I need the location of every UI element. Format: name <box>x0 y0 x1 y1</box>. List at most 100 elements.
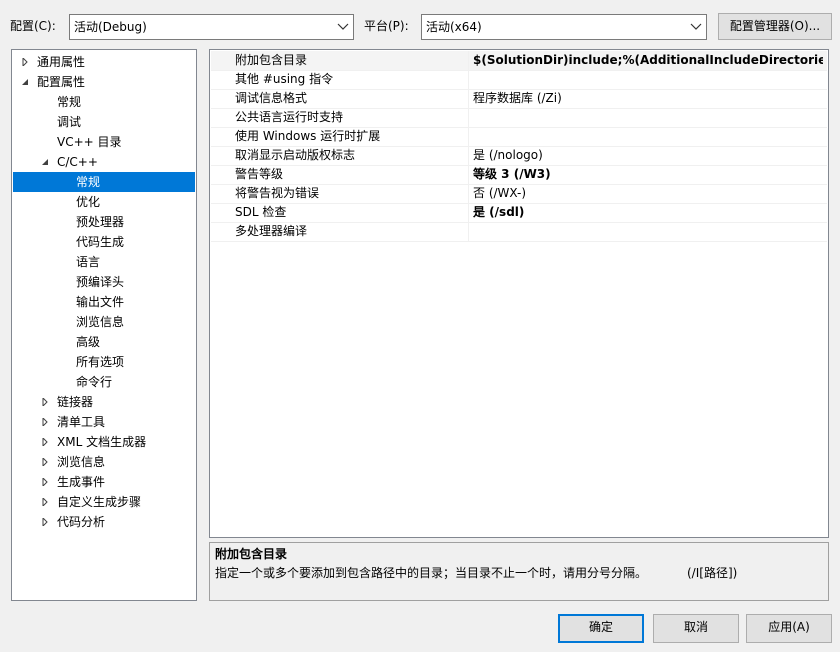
tree-item[interactable]: 清单工具 <box>13 412 195 432</box>
property-name: 警告等级 <box>235 167 284 181</box>
property-row[interactable]: 将警告视为错误 否 (/WX-) <box>211 184 827 204</box>
property-row[interactable]: 警告等级 等级 3 (/W3) <box>211 165 827 185</box>
tree-item-label: 高级 <box>76 335 101 349</box>
cancel-button[interactable]: 取消 <box>653 614 739 643</box>
tree-item-label: 代码生成 <box>76 235 125 249</box>
tree-item-label: 常规 <box>57 95 82 109</box>
tree-item[interactable]: 生成事件 <box>13 472 195 492</box>
column-divider <box>468 70 469 89</box>
config-combobox-value: 活动(Debug) <box>74 20 147 34</box>
property-row[interactable]: 公共语言运行时支持 <box>211 108 827 128</box>
property-tree[interactable]: 通用属性 配置属性 常规 调试 VC++ 目录 C/C++ 常规 优化 预处理器 代码生成 语言 预编… <box>11 49 197 601</box>
column-divider <box>468 222 469 241</box>
config-combobox[interactable]: 活动(Debug) <box>69 14 354 40</box>
tree-item[interactable]: 优化 <box>13 192 195 212</box>
property-row[interactable]: 取消显示启动版权标志 是 (/nologo) <box>211 146 827 166</box>
column-divider <box>468 165 469 184</box>
tree-item-label: 浏览信息 <box>57 455 106 469</box>
property-value[interactable]: 否 (/WX-) <box>473 184 823 202</box>
tree-item[interactable]: 预处理器 <box>13 212 195 232</box>
tree-item[interactable]: 浏览信息 <box>13 452 195 472</box>
tree-item-label: 代码分析 <box>57 515 106 529</box>
expand-arrow-icon[interactable] <box>21 58 29 66</box>
column-divider <box>468 184 469 203</box>
tree-item[interactable]: 配置属性 <box>13 72 195 92</box>
property-name: 取消显示启动版权标志 <box>235 148 356 162</box>
tree-item-label: 输出文件 <box>76 295 125 309</box>
property-name: 其他 #using 指令 <box>235 72 334 86</box>
property-grid[interactable]: 附加包含目录 $(SolutionDir)include;%(Additional… <box>209 49 829 538</box>
expand-arrow-icon[interactable] <box>41 458 49 466</box>
tree-item-label: 通用属性 <box>37 55 86 69</box>
expand-arrow-icon[interactable] <box>41 418 49 426</box>
tree-item-label: 浏览信息 <box>76 315 125 329</box>
tree-item[interactable]: 所有选项 <box>13 352 195 372</box>
property-value[interactable]: 程序数据库 (/Zi) <box>473 89 823 107</box>
tree-item[interactable]: 代码分析 <box>13 512 195 532</box>
tree-item-label: 调试 <box>57 115 82 129</box>
property-row[interactable]: 附加包含目录 $(SolutionDir)include;%(Additional… <box>211 51 827 71</box>
tree-item[interactable]: 高级 <box>13 332 195 352</box>
tree-item[interactable]: 自定义生成步骤 <box>13 492 195 512</box>
tree-item[interactable]: 链接器 <box>13 392 195 412</box>
tree-item[interactable]: 调试 <box>13 112 195 132</box>
tree-item-label: 预处理器 <box>76 215 125 229</box>
column-divider <box>468 203 469 222</box>
property-row[interactable]: SDL 检查 是 (/sdl) <box>211 203 827 223</box>
tree-item[interactable]: 输出文件 <box>13 292 195 312</box>
expand-arrow-icon[interactable] <box>41 498 49 506</box>
expand-arrow-icon[interactable] <box>41 518 49 526</box>
collapse-arrow-icon[interactable] <box>21 78 29 86</box>
platform-combobox[interactable]: 活动(x64) <box>421 14 707 40</box>
tree-item-label: 预编译头 <box>76 275 125 289</box>
tree-item[interactable]: 常规 <box>13 92 195 112</box>
tree-item-label: 命令行 <box>76 375 113 389</box>
property-row[interactable]: 使用 Windows 运行时扩展 <box>211 127 827 147</box>
property-row[interactable]: 调试信息格式 程序数据库 (/Zi) <box>211 89 827 109</box>
description-panel: 附加包含目录 指定一个或多个要添加到包含路径中的目录；当目录不止一个时，请用分号… <box>209 542 829 601</box>
collapse-arrow-icon[interactable] <box>41 158 49 166</box>
description-title: 附加包含目录 <box>215 547 288 561</box>
apply-button[interactable]: 应用(A) <box>746 614 832 643</box>
ok-button[interactable]: 确定 <box>558 614 644 643</box>
property-row[interactable]: 其他 #using 指令 <box>211 70 827 90</box>
property-row[interactable]: 多处理器编译 <box>211 222 827 242</box>
tree-item[interactable]: 常规 <box>13 172 195 192</box>
property-value[interactable]: 等级 3 (/W3) <box>473 165 823 183</box>
tree-item-label: 自定义生成步骤 <box>57 495 142 509</box>
tree-item-label: 语言 <box>76 255 101 269</box>
property-value[interactable]: $(SolutionDir)include;%(AdditionalInclud… <box>473 51 823 69</box>
tree-item-label: 配置属性 <box>37 75 86 89</box>
property-value[interactable]: 是 (/nologo) <box>473 146 823 164</box>
chevron-down-icon <box>337 23 349 30</box>
property-name: 调试信息格式 <box>235 91 308 105</box>
tree-item-label: 生成事件 <box>57 475 106 489</box>
property-name: 多处理器编译 <box>235 224 308 238</box>
property-name: SDL 检查 <box>235 205 287 219</box>
column-divider <box>468 51 469 70</box>
tree-item[interactable]: 语言 <box>13 252 195 272</box>
tree-item[interactable]: 通用属性 <box>13 52 195 72</box>
column-divider <box>468 146 469 165</box>
tree-item[interactable]: 浏览信息 <box>13 312 195 332</box>
tree-item-label: 所有选项 <box>76 355 125 369</box>
tree-item[interactable]: C/C++ <box>13 152 195 172</box>
tree-item-label: XML 文档生成器 <box>57 435 147 449</box>
tree-item[interactable]: XML 文档生成器 <box>13 432 195 452</box>
tree-item[interactable]: 命令行 <box>13 372 195 392</box>
config-label: 配置(C): <box>10 19 56 33</box>
tree-item[interactable]: 代码生成 <box>13 232 195 252</box>
expand-arrow-icon[interactable] <box>41 438 49 446</box>
config-manager-button[interactable]: 配置管理器(O)... <box>718 13 832 40</box>
description-switch: (/I[路径]) <box>687 566 738 580</box>
property-name: 将警告视为错误 <box>235 186 320 200</box>
tree-item[interactable]: VC++ 目录 <box>13 132 195 152</box>
expand-arrow-icon[interactable] <box>41 478 49 486</box>
platform-combobox-value: 活动(x64) <box>426 20 482 34</box>
property-name: 附加包含目录 <box>235 53 308 67</box>
description-text: 指定一个或多个要添加到包含路径中的目录；当目录不止一个时，请用分号分隔。 <box>215 566 648 580</box>
tree-item[interactable]: 预编译头 <box>13 272 195 292</box>
tree-item-label: C/C++ <box>57 155 98 169</box>
expand-arrow-icon[interactable] <box>41 398 49 406</box>
property-value[interactable]: 是 (/sdl) <box>473 203 823 221</box>
